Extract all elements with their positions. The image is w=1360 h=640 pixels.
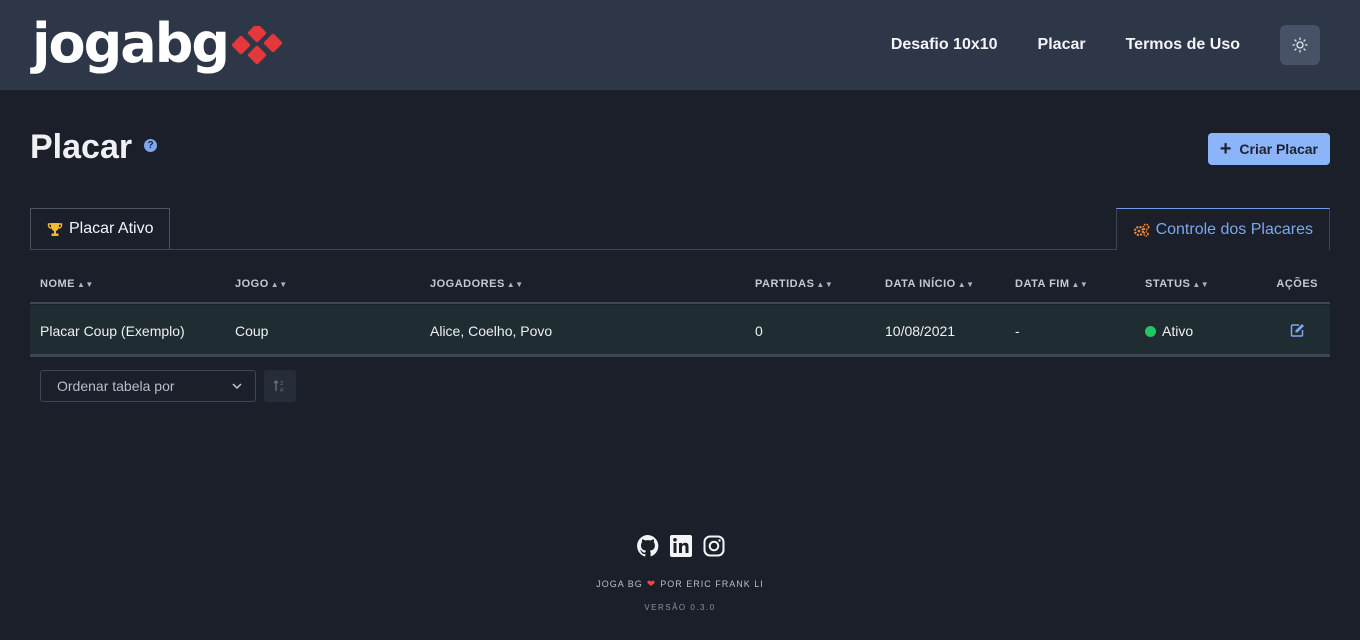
footer-credit-right: POR ERIC FRANK LI [660,579,764,589]
column-jogadores-label: JOGADORES [430,278,505,290]
sort-icon: ▲▼ [506,280,524,289]
trophy-icon [47,222,63,237]
sort-select[interactable]: Ordenar tabela por [40,370,256,402]
sort-icon: ▲▼ [816,280,834,289]
sort-icon: ▲▼ [77,280,94,289]
column-jogo-label: JOGO [235,278,269,290]
main-nav: Desafio 10x10 Placar Termos de Uso [891,25,1320,65]
edit-icon[interactable] [1290,323,1305,342]
column-nome-label: NOME [40,278,75,290]
linkedin-icon[interactable] [669,534,693,558]
sort-icon: ▲▼ [1192,280,1210,289]
logo-diamonds-icon [232,26,283,65]
column-data-fim-label: DATA FIM [1015,278,1070,290]
column-status[interactable]: STATUS ▲▼ [1145,278,1209,290]
cell-nome: Placar Coup (Exemplo) [40,323,185,339]
column-status-label: STATUS [1145,278,1191,290]
column-jogadores[interactable]: JOGADORES ▲▼ [430,278,524,290]
sun-icon [1292,37,1308,53]
footer-credit-left: JOGA BG [596,579,643,589]
logo[interactable]: jogabg [32,12,283,75]
column-acoes: AÇÕES [1276,278,1318,290]
column-partidas[interactable]: PARTIDAS ▲▼ [755,278,833,290]
nav-desafio-10x10[interactable]: Desafio 10x10 [891,36,998,54]
theme-toggle-button[interactable] [1280,25,1320,65]
footer-credit: JOGA BG ❤ POR ERIC FRANK LI [0,579,1360,590]
top-navbar: jogabg Desafio 10x10 Placar Termos de Us… [0,0,1360,90]
create-placar-button[interactable]: + Criar Placar [1207,133,1330,165]
cell-data-inicio: 10/08/2021 [885,323,956,339]
column-data-fim[interactable]: DATA FIM ▲▼ [1015,278,1088,290]
tab-placar-ativo[interactable]: Placar Ativo [30,208,171,250]
chevron-down-icon [232,383,242,390]
column-nome[interactable]: NOME ▲▼ [40,278,94,290]
plus-icon: + [1219,138,1232,160]
status-label: Ativo [1162,323,1194,339]
sort-icon: ▲▼ [270,280,288,289]
cogs-icon [1133,223,1150,237]
table-header: NOME ▲▼ JOGO ▲▼ JOGADORES ▲▼ PARTIDAS ▲▼ DAT… [30,266,1330,304]
column-jogo[interactable]: JOGO ▲▼ [235,278,288,290]
social-links [636,534,726,558]
instagram-icon[interactable] [702,534,726,558]
tab-controle-dos-placares[interactable]: Controle dos Placares [1115,208,1330,250]
cell-jogadores: Alice, Coelho, Povo [430,323,553,339]
footer-version: VERSÃO 0.3.0 [644,603,716,612]
create-placar-label: Criar Placar [1239,141,1318,157]
sort-direction-button[interactable]: Z A [264,370,296,402]
question-circle-icon[interactable]: ? [144,139,158,152]
page-title: Placar ? [30,128,158,167]
nav-placar[interactable]: Placar [1038,36,1086,54]
nav-termos-de-uso[interactable]: Termos de Uso [1126,36,1240,54]
svg-text:A: A [280,388,284,394]
status-dot [1145,326,1156,337]
github-icon[interactable] [636,534,660,558]
svg-text:Z: Z [280,381,284,387]
cell-data-fim: - [1015,323,1020,339]
column-data-inicio-label: DATA INÍCIO [885,278,956,290]
sort-icon: ▲▼ [1071,280,1089,289]
cell-partidas: 0 [755,323,763,339]
column-partidas-label: PARTIDAS [755,278,815,290]
tab-placar-ativo-label: Placar Ativo [69,220,154,237]
cell-jogo: Coup [235,323,269,339]
sort-icon: ▲▼ [957,280,975,289]
sort-select-placeholder: Ordenar tabela por [57,378,175,394]
logo-text: jogabg [32,12,230,75]
tab-controle-label: Controle dos Placares [1155,220,1313,238]
column-data-inicio[interactable]: DATA INÍCIO ▲▼ [885,278,975,290]
heart-icon: ❤ [646,579,657,590]
sort-alpha-up-icon: Z A [273,380,284,394]
page-title-text: Placar [30,128,133,166]
table-row[interactable]: Placar Coup (Exemplo) Coup Alice, Coelho… [30,305,1330,357]
cell-status: Ativo [1145,323,1193,339]
